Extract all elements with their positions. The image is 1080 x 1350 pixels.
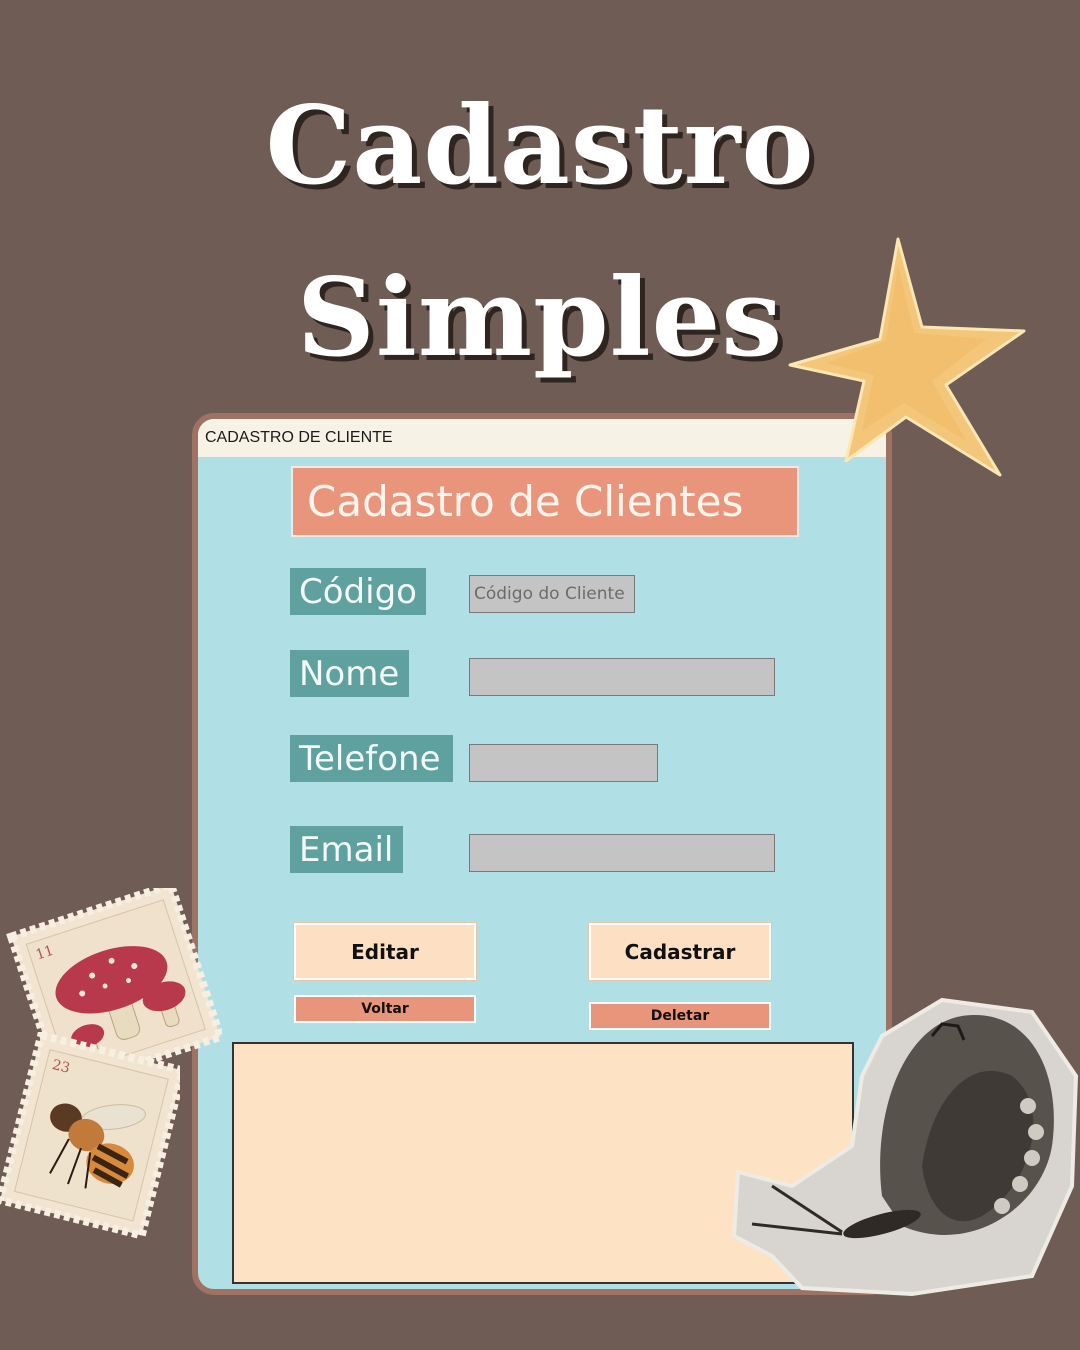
email-input[interactable] <box>469 834 775 872</box>
window-titlebar[interactable]: CADASTRO DE CLIENTE <box>198 419 886 457</box>
cadastrar-button[interactable]: Cadastrar <box>589 923 771 980</box>
codigo-input[interactable] <box>469 575 635 613</box>
telefone-input[interactable] <box>469 744 658 782</box>
editar-button[interactable]: Editar <box>294 923 476 980</box>
email-label: Email <box>290 826 403 873</box>
telefone-label: Telefone <box>290 735 453 782</box>
butterfly-sticker-icon <box>732 997 1079 1296</box>
headline-line-1: Cadastro <box>265 83 815 209</box>
bee-stamp-icon: 23 <box>0 1032 180 1241</box>
voltar-button[interactable]: Voltar <box>294 995 476 1023</box>
star-sticker-icon <box>788 237 1026 477</box>
window-title: CADASTRO DE CLIENTE <box>205 429 393 446</box>
nome-label: Nome <box>290 650 409 697</box>
codigo-label: Código <box>290 568 426 615</box>
form-heading: Cadastro de Clientes <box>291 466 799 537</box>
nome-input[interactable] <box>469 658 775 696</box>
